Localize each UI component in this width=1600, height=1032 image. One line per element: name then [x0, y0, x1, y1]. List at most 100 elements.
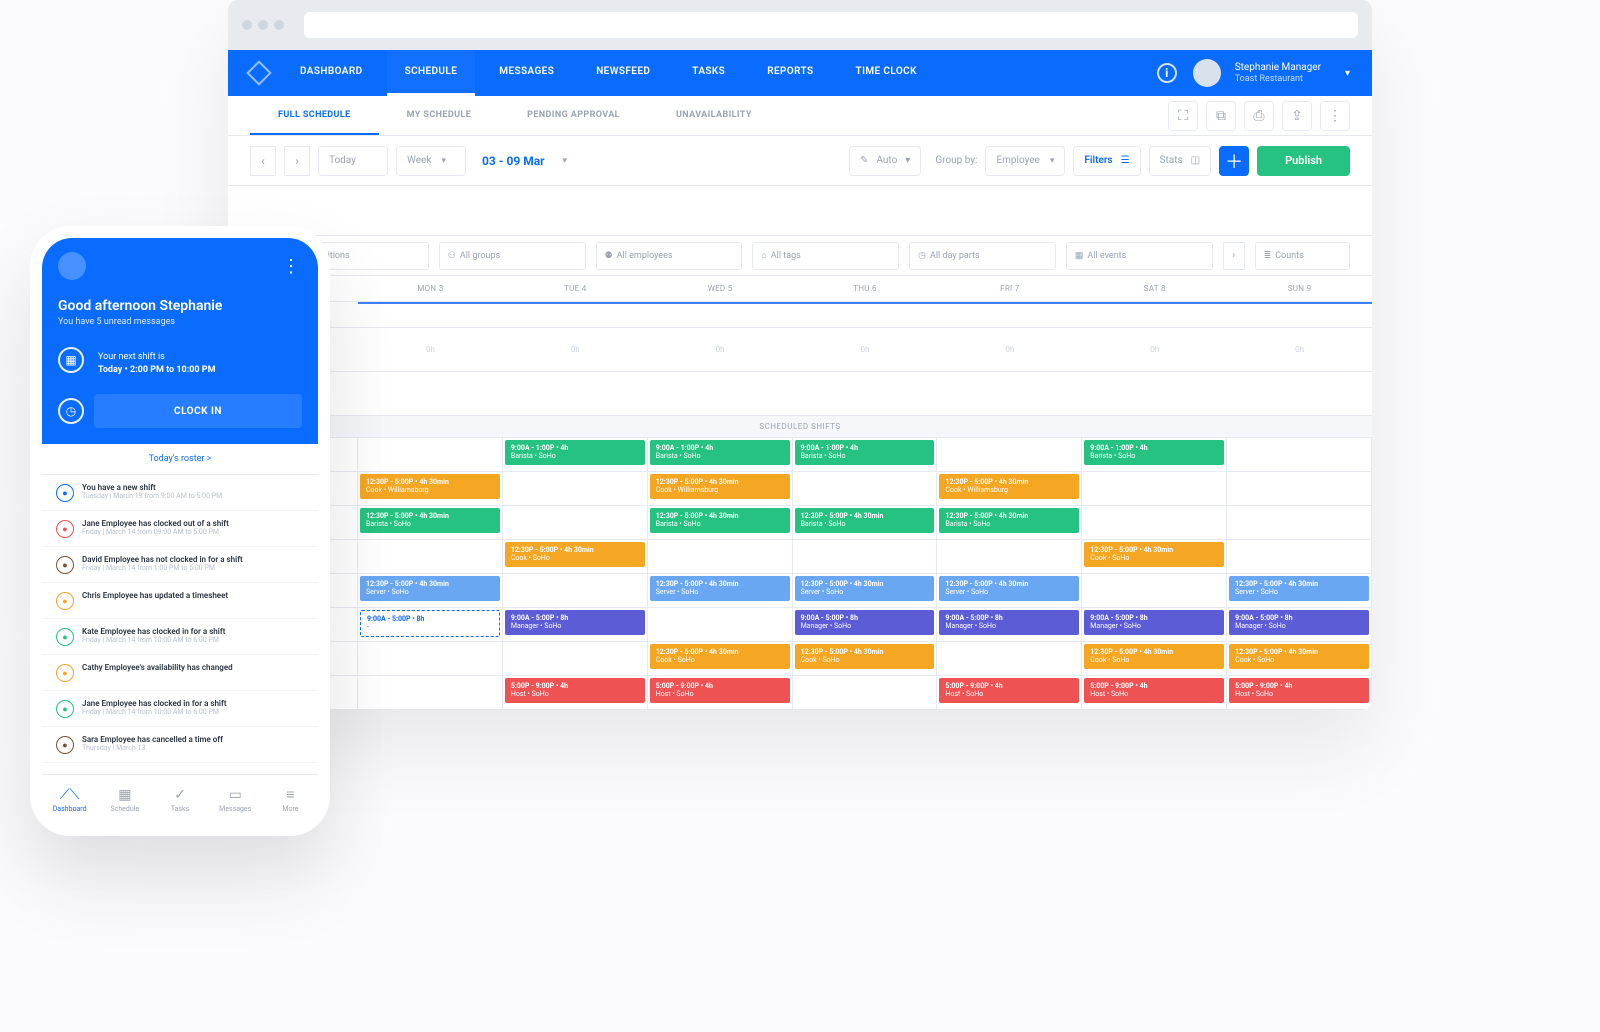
shift-block[interactable]: 9:00A - 5:00P • 8hManager • SoHo	[939, 610, 1079, 635]
cell[interactable]: 12:30P - 5:00P • 4h 30minServer • SoHo	[937, 574, 1082, 608]
shift-block[interactable]: 12:30P - 5:00P • 4h 30minCook • SoHo	[1084, 542, 1224, 567]
cell[interactable]	[503, 472, 648, 506]
shift-block[interactable]: 12:30P - 5:00P • 4h 30minCook • SoHo	[1229, 644, 1369, 669]
filter-dayparts[interactable]: ◷All day parts	[909, 242, 1056, 270]
feed-item[interactable]: ● Sara Employee has cancelled a time off…	[42, 727, 318, 763]
nav-dashboard[interactable]: DASHBOARD	[282, 50, 381, 96]
cell[interactable]	[1227, 438, 1372, 472]
shift-block[interactable]: 9:00A - 1:00P • 4hBarista • SoHo	[650, 440, 790, 465]
tab-unavailability[interactable]: UNAVAILABILITY	[648, 96, 780, 135]
next-period[interactable]: ›	[284, 146, 310, 176]
cell[interactable]: 12:30P - 5:00P • 4h 30minCook • SoHo	[648, 642, 793, 676]
cell[interactable]	[1227, 540, 1372, 574]
export-icon[interactable]: ⇪	[1282, 101, 1312, 131]
shift-block[interactable]: 9:00A - 1:00P • 4hBarista • SoHo	[505, 440, 645, 465]
filter-events[interactable]: ▦All events	[1066, 242, 1213, 270]
cell[interactable]: 9:00A - 5:00P • 8hManager • SoHo	[503, 608, 648, 642]
user-name-block[interactable]: Stephanie Manager Toast Restaurant	[1235, 62, 1321, 85]
shift-block[interactable]: 9:00A - 1:00P • 4hBarista • SoHo	[795, 440, 935, 465]
cell[interactable]	[1082, 472, 1227, 506]
unread-count[interactable]: You have 5 unread messages	[58, 317, 302, 327]
auto-toggle[interactable]: ✎Auto▾	[849, 146, 921, 176]
shift-block[interactable]: 12:30P - 5:00P • 4h 30minCook • Williams…	[360, 474, 500, 499]
more-icon[interactable]: ⋮	[282, 256, 302, 277]
cell[interactable]	[358, 676, 503, 710]
shift-block[interactable]: 12:30P - 5:00P • 4h 30minBarista • SoHo	[939, 508, 1079, 533]
more-icon[interactable]: ⋮	[1320, 101, 1350, 131]
cell[interactable]: 5:00P - 9:00P • 4hHost • SoHo	[503, 676, 648, 710]
fullscreen-icon[interactable]: ⛶	[1168, 101, 1198, 131]
shift-block[interactable]: 12:30P - 5:00P • 4h 30minServer • SoHo	[360, 576, 500, 601]
avatar[interactable]	[1193, 59, 1221, 87]
cell[interactable]: 12:30P - 5:00P • 4h 30minBarista • SoHo	[793, 506, 938, 540]
cell[interactable]	[793, 472, 938, 506]
filter-counts[interactable]: ≣Counts	[1255, 242, 1350, 270]
nav-reports[interactable]: REPORTS	[749, 50, 831, 96]
tab-more[interactable]: ≡More	[263, 786, 318, 813]
tab-pending-approval[interactable]: PENDING APPROVAL	[499, 96, 648, 135]
stats-button[interactable]: Stats◫	[1149, 146, 1212, 176]
shift-block[interactable]: 12:30P - 5:00P • 4h 30minBarista • SoHo	[650, 508, 790, 533]
cell[interactable]: 12:30P - 5:00P • 4h 30minCook • Williams…	[648, 472, 793, 506]
chevron-down-icon[interactable]: ▾	[1345, 68, 1350, 79]
date-range[interactable]: 03 - 09 Mar	[482, 154, 545, 168]
publish-button[interactable]: Publish	[1257, 146, 1350, 176]
nav-timeclock[interactable]: TIME CLOCK	[838, 50, 935, 96]
cell[interactable]: 9:00A - 1:00P • 4hBarista • SoHo	[793, 438, 938, 472]
cell[interactable]: 12:30P - 5:00P • 4h 30minCook • Williams…	[358, 472, 503, 506]
cell[interactable]	[648, 540, 793, 574]
cell[interactable]: 12:30P - 5:00P • 4h 30minCook • SoHo	[1227, 642, 1372, 676]
filter-tags[interactable]: ⌂All tags	[752, 242, 899, 270]
cell[interactable]: 12:30P - 5:00P • 4h 30minCook • SoHo	[1082, 540, 1227, 574]
cell[interactable]	[793, 540, 938, 574]
groupby-select[interactable]: Employee▾	[985, 146, 1065, 176]
filters-button[interactable]: Filters☰	[1073, 146, 1140, 176]
address-bar[interactable]	[304, 12, 1358, 38]
cell[interactable]: 12:30P - 5:00P • 4h 30minServer • SoHo	[1227, 574, 1372, 608]
avatar[interactable]	[58, 252, 86, 280]
feed-item[interactable]: ● Jane Employee has clocked in for a shi…	[42, 691, 318, 727]
nav-messages[interactable]: MESSAGES	[481, 50, 572, 96]
shift-block[interactable]: 12:30P - 5:00P • 4h 30minBarista • SoHo	[360, 508, 500, 533]
tab-dashboard[interactable]: ⟋⟍Dashboard	[42, 787, 97, 813]
shift-block[interactable]: 12:30P - 5:00P • 4h 30minCook • Williams…	[650, 474, 790, 499]
shift-block[interactable]: 12:30P - 5:00P • 4h 30minCook • SoHo	[795, 644, 935, 669]
cell[interactable]	[358, 540, 503, 574]
nav-tasks[interactable]: TASKS	[674, 50, 743, 96]
cell[interactable]: 9:00A - 5:00P • 8h-	[358, 608, 503, 642]
shift-block[interactable]: 9:00A - 5:00P • 8hManager • SoHo	[1229, 610, 1369, 635]
cell[interactable]: 12:30P - 5:00P • 4h 30minCook • SoHo	[793, 642, 938, 676]
shift-block[interactable]: 9:00A - 1:00P • 4hBarista • SoHo	[1084, 440, 1224, 465]
cell[interactable]	[503, 574, 648, 608]
cell[interactable]	[648, 608, 793, 642]
shift-ghost[interactable]: 9:00A - 5:00P • 8h-	[360, 610, 500, 637]
cell[interactable]	[358, 642, 503, 676]
cell[interactable]	[937, 540, 1082, 574]
cell[interactable]	[937, 642, 1082, 676]
cell[interactable]: 12:30P - 5:00P • 4h 30minServer • SoHo	[793, 574, 938, 608]
shift-block[interactable]: 12:30P - 5:00P • 4h 30minServer • SoHo	[795, 576, 935, 601]
shift-block[interactable]: 5:00P - 9:00P • 4hHost • SoHo	[1084, 678, 1224, 703]
feed-item[interactable]: ● Kate Employee has clocked in for a shi…	[42, 619, 318, 655]
info-icon[interactable]: i	[1157, 63, 1177, 83]
filter-next[interactable]: ›	[1223, 242, 1245, 270]
cell[interactable]: 12:30P - 5:00P • 4h 30minCook • Williams…	[937, 472, 1082, 506]
period-select[interactable]: Week▾	[396, 146, 466, 176]
cell[interactable]: 5:00P - 9:00P • 4hHost • SoHo	[1082, 676, 1227, 710]
today-button[interactable]: Today	[318, 146, 388, 176]
cell[interactable]	[1082, 574, 1227, 608]
cell[interactable]	[937, 438, 1082, 472]
print-icon[interactable]: ⎙	[1244, 101, 1274, 131]
tab-my-schedule[interactable]: MY SCHEDULE	[379, 96, 500, 135]
tab-tasks[interactable]: ✓Tasks	[152, 787, 207, 813]
shift-block[interactable]: 12:30P - 5:00P • 4h 30minCook • SoHo	[505, 542, 645, 567]
shift-block[interactable]: 12:30P - 5:00P • 4h 30minCook • SoHo	[1084, 644, 1224, 669]
cell[interactable]: 12:30P - 5:00P • 4h 30minBarista • SoHo	[358, 506, 503, 540]
shift-block[interactable]: 12:30P - 5:00P • 4h 30minServer • SoHo	[1229, 576, 1369, 601]
tab-full-schedule[interactable]: FULL SCHEDULE	[250, 96, 379, 135]
cell[interactable]	[1227, 506, 1372, 540]
cell[interactable]: 12:30P - 5:00P • 4h 30minCook • SoHo	[1082, 642, 1227, 676]
cell[interactable]: 5:00P - 9:00P • 4hHost • SoHo	[1227, 676, 1372, 710]
nav-schedule[interactable]: SCHEDULE	[387, 50, 476, 96]
cell[interactable]	[358, 438, 503, 472]
